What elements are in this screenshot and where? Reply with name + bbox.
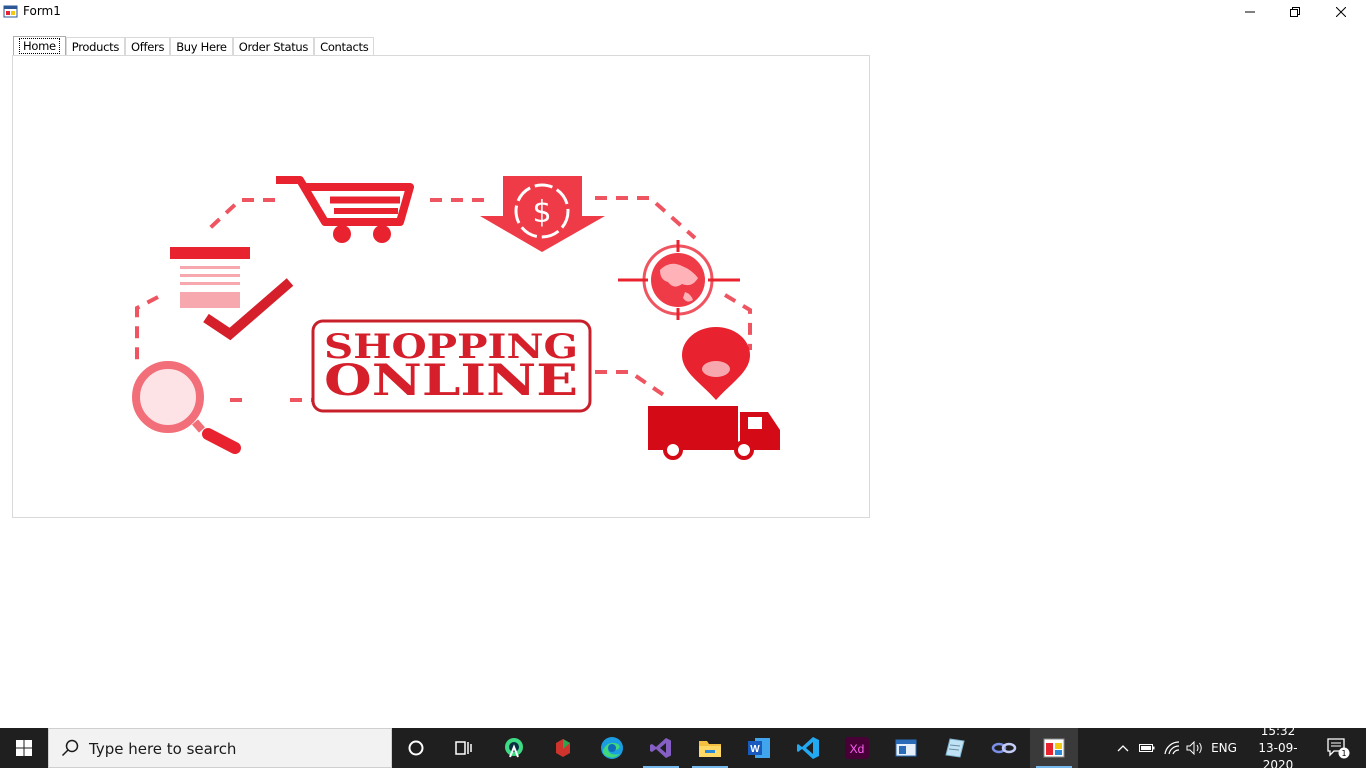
shopping-online-banner: $ SHOPPING ONLINE [100,110,800,470]
svg-text:Xd: Xd [850,742,865,756]
adobe-xd-button[interactable]: Xd [833,728,881,768]
taskbar-search-box[interactable]: Type here to search [48,728,392,768]
language-indicator[interactable]: ENG [1208,728,1240,768]
vscode-button[interactable] [784,728,832,768]
restore-icon [1290,7,1300,17]
task-view-icon [455,740,473,756]
checklist-icon [170,247,290,334]
winforms-app-button[interactable] [1030,728,1078,768]
location-pin-icon [682,327,750,400]
vscode-icon [796,736,820,760]
task-view-button[interactable] [440,728,488,768]
battery-button[interactable] [1136,728,1158,768]
android-studio-button[interactable] [490,728,538,768]
notes-button[interactable] [931,728,979,768]
link-button[interactable] [980,728,1028,768]
tab-strip: Home Products Offers Buy Here Order Stat… [13,36,374,56]
app-icon [3,4,18,19]
battery-icon [1139,743,1155,753]
notes-icon [944,737,966,759]
app-window: Form1 Home Products Offers Buy Here Orde… [0,0,1366,728]
visual-studio-button[interactable] [637,728,685,768]
start-button[interactable] [0,728,48,768]
taskbar: Type here to search W Xd ENG 15:32 13-09… [0,728,1366,768]
wifi-icon [1164,741,1180,755]
winforms-app-icon [1043,738,1065,758]
tab-home[interactable]: Home [13,36,66,56]
notification-count: 1 [1341,749,1346,758]
close-button[interactable] [1318,0,1364,24]
tab-products[interactable]: Products [66,37,125,56]
word-icon: W [747,736,771,760]
dollar-arrow-icon: $ [480,176,605,252]
volume-button[interactable] [1184,728,1206,768]
file-explorer-icon [698,737,722,759]
shopping-online-logo: SHOPPING ONLINE [313,321,590,411]
search-icon [61,739,79,757]
minimize-icon [1245,7,1255,17]
tab-contacts[interactable]: Contacts [314,37,374,56]
word-button[interactable]: W [735,728,783,768]
svg-text:ONLINE: ONLINE [324,356,578,406]
tab-buy-here[interactable]: Buy Here [170,37,233,56]
action-center-button[interactable]: 1 [1318,728,1358,768]
visual-studio-icon [649,736,673,760]
notification-icon: 1 [1326,737,1350,759]
ruby-button[interactable] [539,728,587,768]
cart-icon [276,180,410,243]
search-placeholder: Type here to search [89,740,236,758]
tab-order-status[interactable]: Order Status [233,37,314,56]
edge-icon [600,736,624,760]
app-window-button[interactable] [882,728,930,768]
clock-date: 13-09-2020 [1246,740,1310,774]
file-explorer-button[interactable] [686,728,734,768]
magnifier-icon [136,365,235,448]
network-button[interactable] [1160,728,1184,768]
tab-label: Home [19,38,60,54]
show-hidden-icons-button[interactable] [1112,728,1134,768]
adobe-xd-icon: Xd [845,737,869,759]
tab-offers[interactable]: Offers [125,37,170,56]
restore-button[interactable] [1272,0,1318,24]
globe-target-icon [618,240,740,320]
chevron-up-icon [1117,744,1129,752]
cortana-button[interactable] [392,728,440,768]
title-bar[interactable]: Form1 [0,0,1366,24]
app-window-icon [895,738,917,758]
svg-text:$: $ [532,195,551,230]
link-icon [991,741,1017,755]
close-icon [1336,7,1346,17]
clock-time: 15:32 [1261,723,1296,740]
delivery-truck-icon [648,406,780,458]
windows-logo-icon [16,740,32,756]
clock[interactable]: 15:32 13-09-2020 [1246,728,1310,768]
edge-button[interactable] [588,728,636,768]
cortana-icon [408,740,424,756]
android-studio-icon [503,737,525,759]
ruby-icon [552,737,574,759]
svg-text:W: W [750,744,760,755]
window-title: Form1 [23,4,61,18]
speaker-icon [1186,741,1204,755]
minimize-button[interactable] [1227,0,1273,24]
